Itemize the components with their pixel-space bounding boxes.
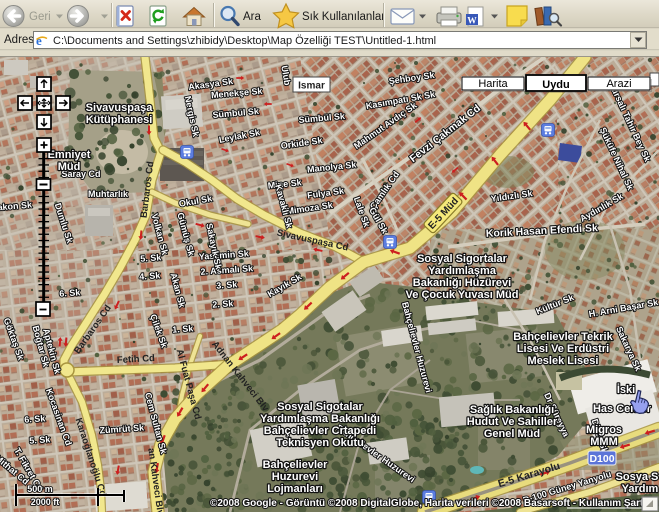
- svg-text:Teknisyen Okutu: Teknisyen Okutu: [276, 437, 364, 449]
- svg-text:e: e: [36, 33, 42, 48]
- svg-text:Sağlık Bakanlığı: Sağlık Bakanlığı: [470, 404, 554, 416]
- svg-text:500 m: 500 m: [27, 484, 53, 494]
- svg-text:Sık Kullanılanlar: Sık Kullanılanlar: [302, 11, 385, 23]
- svg-text:5. Sk: 5. Sk: [140, 252, 163, 264]
- svg-text:6. Sk: 6. Sk: [24, 413, 47, 425]
- svg-text:Migros: Migros: [586, 424, 622, 436]
- svg-text:Meslek Lisesi: Meslek Lisesi: [528, 355, 599, 367]
- svg-text:Ve Çocuk Yuvası Müd: Ve Çocuk Yuvası Müd: [406, 289, 519, 301]
- svg-text:3. Sk: 3. Sk: [216, 279, 239, 291]
- svg-text:Sosyal Sigortalar: Sosyal Sigortalar: [417, 253, 508, 265]
- svg-text:Harita: Harita: [478, 78, 508, 90]
- svg-text:Yardımlaşma: Yardımlaşma: [428, 265, 497, 277]
- svg-text:Ara: Ara: [243, 11, 262, 23]
- svg-text:C:\Documents and Settings\zhib: C:\Documents and Settings\zhibidy\Deskto…: [53, 35, 436, 47]
- svg-text:4. Sk: 4. Sk: [139, 270, 162, 282]
- svg-text:2000 ft: 2000 ft: [31, 497, 60, 507]
- svg-text:Fetih Cd: Fetih Cd: [117, 353, 156, 366]
- svg-text:©2008 Google - Görüntü ©2008 D: ©2008 Google - Görüntü ©2008 DigitalGlob…: [210, 498, 659, 509]
- svg-text:Kütüphanesi: Kütüphanesi: [86, 114, 153, 126]
- svg-text:Geri: Geri: [29, 11, 51, 23]
- svg-text:Bahçelievler Tekrik: Bahçelievler Tekrik: [513, 331, 613, 343]
- svg-text:Sosya S: Sosya S: [616, 471, 659, 483]
- svg-text:Uydu: Uydu: [542, 79, 570, 91]
- svg-text:Hudut Ve Sahiller: Hudut Ve Sahiller: [467, 416, 558, 428]
- svg-text:Bahçelievler Crtapedi: Bahçelievler Crtapedi: [264, 425, 377, 437]
- svg-text:6. Sk: 6. Sk: [59, 287, 82, 299]
- svg-text:Yardımlaşma Bakanlığı: Yardımlaşma Bakanlığı: [260, 413, 380, 425]
- svg-text:Lisesi Ve Erdüstri: Lisesi Ve Erdüstri: [517, 343, 609, 355]
- svg-text:1. Sk: 1. Sk: [172, 323, 195, 335]
- svg-text:Ismar: Ismar: [298, 81, 325, 92]
- svg-text:Arazi: Arazi: [606, 78, 631, 90]
- svg-text:Sosyal Sigotalar: Sosyal Sigotalar: [277, 401, 363, 413]
- svg-text:Emniyet: Emniyet: [48, 149, 91, 161]
- svg-text:2. Sk: 2. Sk: [212, 298, 235, 310]
- svg-text:D100: D100: [589, 453, 614, 465]
- svg-text:Lojmanları: Lojmanları: [267, 483, 323, 495]
- svg-text:MMM: MMM: [590, 436, 618, 448]
- svg-text:Muhtarlık: Muhtarlık: [88, 189, 129, 199]
- svg-text:Adres: Adres: [4, 34, 34, 46]
- svg-text:W: W: [467, 17, 477, 27]
- svg-text:Bakanlığı Hüzürevi: Bakanlığı Hüzürevi: [413, 277, 511, 289]
- svg-text:Sivavuspaşa: Sivavuspaşa: [86, 102, 154, 114]
- svg-text:Yardım: Yardım: [622, 483, 659, 495]
- svg-text:Genel Müd: Genel Müd: [484, 428, 540, 440]
- svg-text:İski: İski: [617, 383, 635, 396]
- svg-text:Bahçelievler: Bahçelievler: [263, 459, 329, 471]
- svg-text:5. Sk: 5. Sk: [29, 434, 52, 446]
- svg-text:Huzurevi: Huzurevi: [272, 471, 318, 483]
- svg-text:Müd: Müd: [58, 161, 81, 173]
